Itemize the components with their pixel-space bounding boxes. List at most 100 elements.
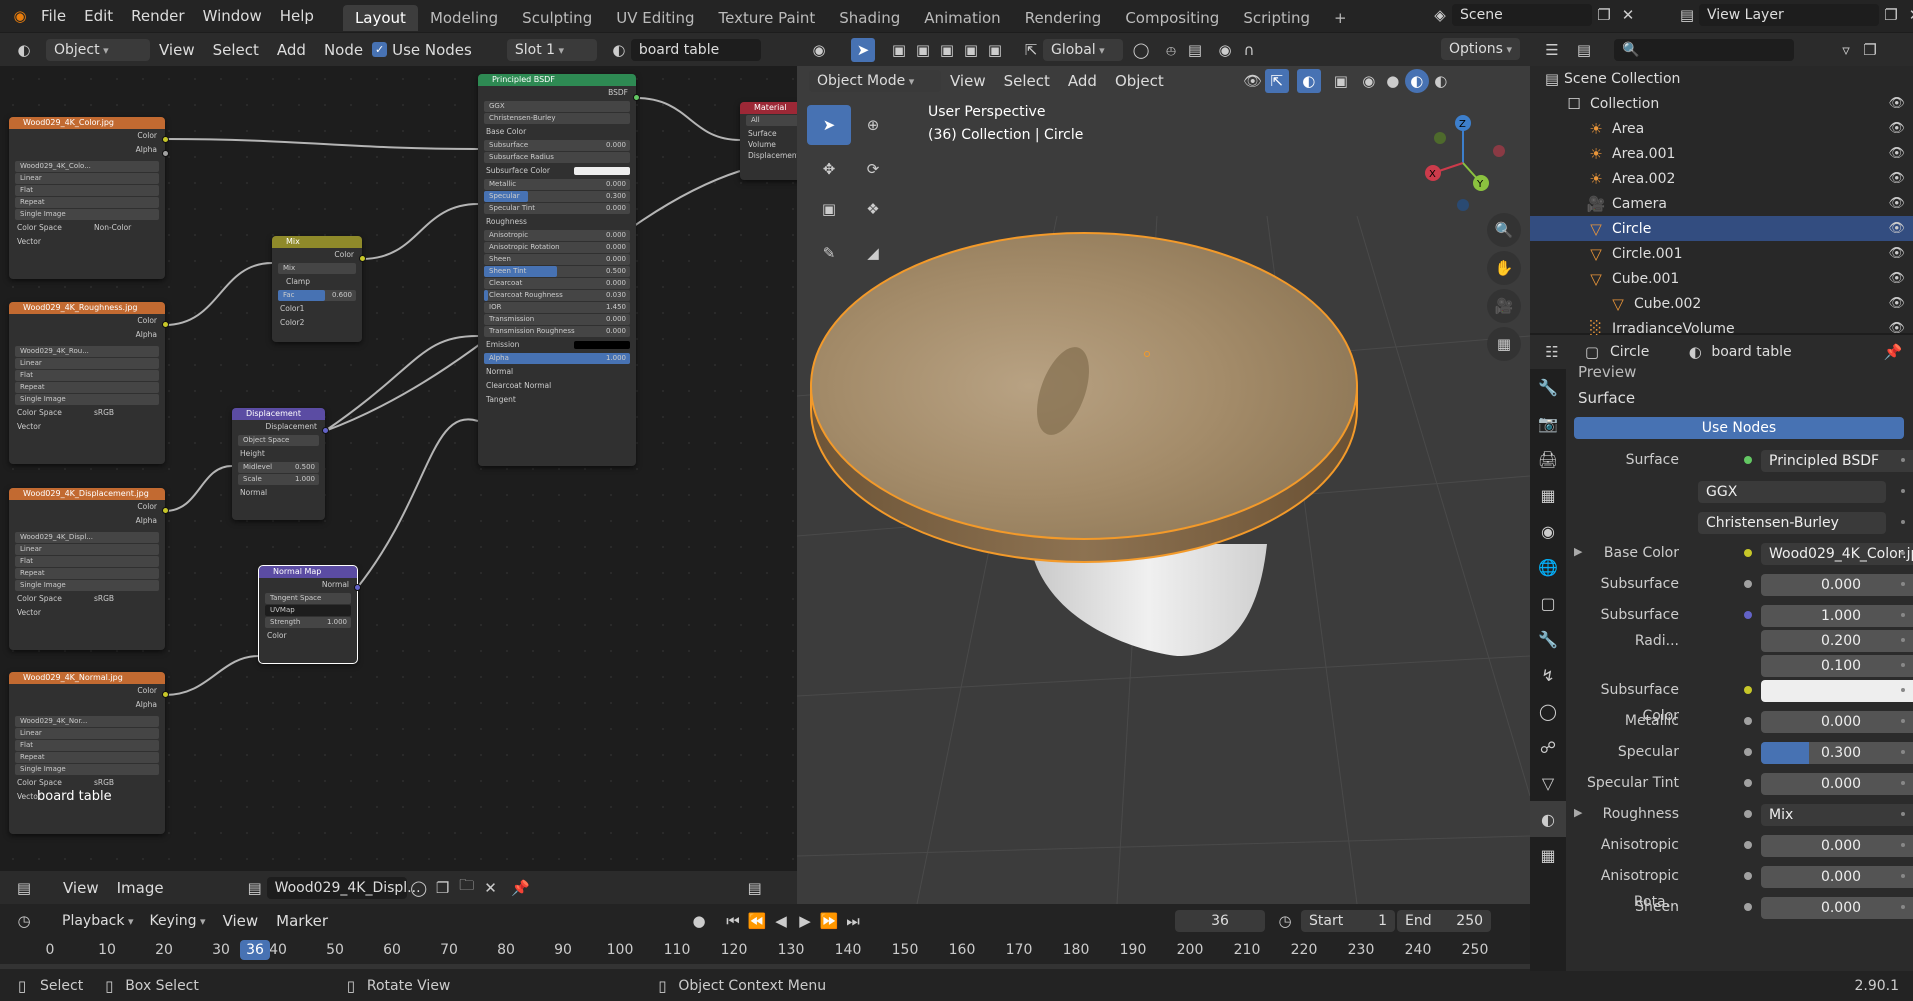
- view-layer-icon[interactable]: ▤: [1675, 3, 1699, 27]
- prop-field[interactable]: 0.000: [1761, 773, 1913, 795]
- prop-field[interactable]: 0.100: [1761, 655, 1913, 677]
- select-invert-icon[interactable]: ▣: [983, 38, 1007, 62]
- prop-field[interactable]: GGX: [1698, 481, 1886, 503]
- fake-user-shield-icon[interactable]: ◯: [407, 876, 431, 900]
- scene-collection-row[interactable]: ▤ Scene Collection: [1530, 66, 1913, 91]
- visibility-eye-icon[interactable]: 👁: [1888, 221, 1905, 236]
- texture-tab-icon[interactable]: ▦: [1530, 837, 1566, 873]
- visibility-eye-icon[interactable]: 👁: [1888, 196, 1905, 211]
- extension-dropdown[interactable]: Repeat: [15, 752, 159, 763]
- tab-compositing[interactable]: Compositing: [1113, 5, 1231, 31]
- bsdf-input-8[interactable]: Anisotropic 0.000: [484, 230, 630, 241]
- bsdf-input-11[interactable]: Sheen Tint 0.500: [484, 266, 630, 277]
- socket-dot-icon[interactable]: [1744, 810, 1752, 818]
- select-cursor-icon[interactable]: ➤: [851, 37, 875, 62]
- scene-tab-icon[interactable]: ◉: [1530, 513, 1566, 549]
- falloff-icon[interactable]: ∩: [1237, 38, 1261, 62]
- prop-field[interactable]: Mix: [1761, 804, 1913, 826]
- outliner-item-area-002[interactable]: ☀ Area.002 👁: [1530, 166, 1913, 191]
- bsdf-input-12[interactable]: Clearcoat 0.000: [484, 278, 630, 289]
- surface-panel-header[interactable]: Surface: [1566, 389, 1913, 411]
- keyframe-dot-icon[interactable]: [1901, 781, 1905, 785]
- menu-edit[interactable]: Edit: [75, 0, 122, 32]
- node-image-roughness[interactable]: Wood029_4K_Roughness.jpg Color Alpha Woo…: [9, 302, 165, 464]
- pin-icon[interactable]: 📌: [1881, 340, 1905, 364]
- particles-tab-icon[interactable]: ↯: [1530, 657, 1566, 693]
- physics-tab-icon[interactable]: ◯: [1530, 693, 1566, 729]
- tab-scripting[interactable]: Scripting: [1231, 5, 1322, 31]
- bsdf-input-9[interactable]: Anisotropic Rotation 0.000: [484, 242, 630, 253]
- projection-dropdown[interactable]: Flat: [15, 740, 159, 751]
- scene-field[interactable]: Scene: [1452, 4, 1592, 26]
- wireframe-shading-icon[interactable]: ◉: [1357, 69, 1381, 93]
- interpolation-dropdown[interactable]: Linear: [15, 358, 159, 369]
- menu-render[interactable]: Render: [122, 0, 193, 32]
- bsdf-input-13[interactable]: Clearcoat Roughness 0.030: [484, 290, 630, 301]
- socket-dot-icon[interactable]: [1744, 549, 1752, 557]
- material-name-field[interactable]: board table: [630, 38, 761, 61]
- node-mix[interactable]: Mix Color Mix Clamp Fac 0.600 Color1 Colo…: [272, 236, 362, 342]
- prop-field[interactable]: 0.000: [1761, 835, 1913, 857]
- bsdf-input-4[interactable]: Metallic 0.000: [484, 179, 630, 190]
- bsdf-input-7[interactable]: Roughness: [478, 215, 636, 229]
- modifier-tab-icon[interactable]: 🔧: [1530, 621, 1566, 657]
- use-nodes-checkbox[interactable]: ✓: [372, 42, 388, 57]
- slot-dropdown[interactable]: Slot 1: [506, 38, 597, 61]
- outliner-item-area[interactable]: ☀ Area 👁: [1530, 116, 1913, 141]
- strength-field[interactable]: Strength 1.000: [265, 617, 351, 628]
- use-nodes-button[interactable]: Use Nodes: [1574, 417, 1904, 439]
- image-file-field[interactable]: Wood029_4K_Colo...: [15, 161, 159, 172]
- tool-tab-icon[interactable]: 🔧: [1530, 369, 1566, 405]
- tab-texture-paint[interactable]: Texture Paint: [706, 5, 827, 31]
- outliner-item-cube-001[interactable]: ▽ Cube.001 👁: [1530, 266, 1913, 291]
- menu-select[interactable]: Select: [204, 41, 268, 59]
- extension-dropdown[interactable]: Repeat: [15, 382, 159, 393]
- menu-window[interactable]: Window: [194, 0, 271, 32]
- bsdf-input-20[interactable]: Clearcoat Normal: [478, 379, 636, 393]
- interpolation-dropdown[interactable]: Linear: [15, 173, 159, 184]
- color-space-row[interactable]: Color Space sRGB: [9, 592, 165, 606]
- editor-type-icon[interactable]: ◉: [807, 38, 831, 62]
- material-tab-icon[interactable]: ◐: [1530, 801, 1566, 837]
- keyframe-dot-icon[interactable]: [1901, 812, 1905, 816]
- delete-view-layer-icon[interactable]: ✕: [1903, 3, 1913, 27]
- tab-modeling[interactable]: Modeling: [418, 5, 510, 31]
- menu-node[interactable]: Node: [315, 41, 372, 59]
- socket-dot-icon[interactable]: [1744, 611, 1752, 619]
- editor-type-icon[interactable]: ▤: [12, 876, 36, 900]
- prop-field[interactable]: [1761, 680, 1913, 702]
- pivot-point-icon[interactable]: ◯: [1129, 38, 1153, 62]
- snap-icon[interactable]: ⦺: [1159, 38, 1183, 62]
- menu-select[interactable]: Select: [995, 72, 1059, 90]
- tab-rendering[interactable]: Rendering: [1013, 5, 1114, 31]
- open-folder-icon[interactable]: 🗀: [455, 876, 479, 900]
- editor-type-icon[interactable]: ◐: [12, 38, 36, 62]
- measure-tool-icon[interactable]: ◢: [851, 233, 895, 273]
- interpolation-dropdown[interactable]: Linear: [15, 728, 159, 739]
- socket-dot-icon[interactable]: [1744, 717, 1752, 725]
- editor-type-icon[interactable]: ☰: [1540, 38, 1564, 62]
- view-layer-field[interactable]: View Layer: [1699, 4, 1879, 26]
- transform-tool-icon[interactable]: ❖: [851, 189, 895, 229]
- display-mode-icon[interactable]: ▤: [1572, 38, 1596, 62]
- menu-view[interactable]: View: [54, 879, 108, 897]
- axis-neg-x-icon[interactable]: [1493, 145, 1505, 157]
- visibility-icon[interactable]: 👁: [1241, 69, 1265, 93]
- visibility-eye-icon[interactable]: 👁: [1888, 296, 1905, 311]
- bsdf-input-2[interactable]: Subsurface Radius: [484, 152, 630, 163]
- extension-dropdown[interactable]: Repeat: [15, 197, 159, 208]
- keyframe-dot-icon[interactable]: [1901, 663, 1905, 667]
- keyframe-dot-icon[interactable]: [1901, 613, 1905, 617]
- node-principled-bsdf[interactable]: Principled BSDF BSDF GGX Christensen-Bur…: [478, 74, 636, 466]
- delete-scene-icon[interactable]: ✕: [1616, 3, 1640, 27]
- keyframe-dot-icon[interactable]: [1901, 719, 1905, 723]
- expand-arrow-icon[interactable]: ▶: [1574, 806, 1582, 819]
- outliner-search-input[interactable]: 🔍: [1614, 38, 1794, 61]
- visibility-eye-icon[interactable]: 👁: [1888, 246, 1905, 261]
- uv-map-field[interactable]: UVMap: [265, 605, 351, 616]
- image-name-field[interactable]: Wood029_4K_Displ...: [266, 876, 421, 899]
- timeline-scrollbar[interactable]: [0, 964, 1530, 969]
- menu-add[interactable]: Add: [268, 41, 315, 59]
- object-tab-icon[interactable]: ▢: [1530, 585, 1566, 621]
- cursor-tool-icon[interactable]: ⊕: [851, 105, 895, 145]
